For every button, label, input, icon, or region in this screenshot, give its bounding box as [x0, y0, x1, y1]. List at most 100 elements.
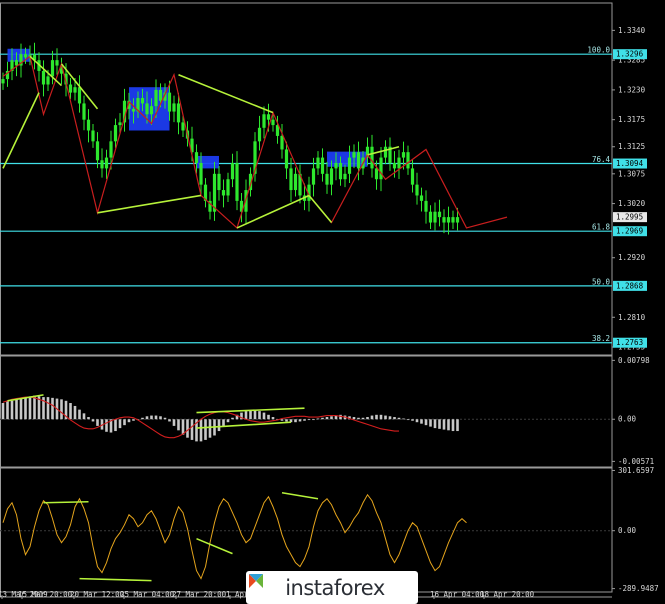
candle-body	[73, 87, 77, 93]
cci-tick-label: -289.9487	[618, 584, 659, 593]
cci-trendline	[43, 500, 89, 504]
candle-body	[392, 162, 397, 169]
candle-body	[235, 162, 239, 201]
macd-histogram-bar	[1, 403, 5, 420]
candle-body	[442, 217, 446, 223]
candle-body	[428, 211, 433, 223]
candle-body	[455, 217, 460, 223]
candle-body	[86, 119, 91, 131]
macd-histogram-bar	[298, 419, 302, 422]
candle-body	[91, 130, 95, 142]
candle-body	[320, 157, 325, 174]
macd-histogram-bar	[285, 419, 288, 422]
macd-tick-label: 0.00798	[618, 356, 650, 365]
fibo-level-value: 1.2868	[616, 281, 644, 290]
candle-body	[226, 179, 230, 196]
macd-histogram-bar	[145, 416, 149, 420]
candle-body	[266, 114, 271, 120]
macd-histogram-bar	[388, 416, 392, 420]
macd-histogram-bar	[19, 397, 23, 420]
macd-histogram-bar	[132, 419, 135, 421]
candle-body	[158, 89, 163, 101]
cci-line	[2, 493, 467, 580]
macd-histogram-bar	[303, 419, 306, 421]
candle-body	[68, 84, 73, 93]
candle-body	[379, 157, 383, 180]
fibo-level-value: 1.2763	[616, 338, 643, 347]
candle-body	[433, 211, 437, 223]
candle-body	[356, 152, 361, 169]
macd-histogram-bar	[6, 401, 9, 420]
macd-histogram-bar	[258, 411, 261, 420]
time-axis-label: 20 Mar 12:00	[70, 590, 125, 599]
macd-histogram-bar	[118, 419, 122, 429]
candle-body	[172, 103, 176, 112]
macd-histogram-bar	[150, 415, 153, 420]
price-trendline	[97, 194, 202, 214]
macd-histogram-bar	[46, 397, 50, 420]
candle-body	[419, 195, 424, 201]
candle-body	[41, 70, 46, 85]
candle-body	[424, 200, 428, 212]
macd-histogram-bar	[163, 417, 167, 420]
macd-histogram-bar	[339, 414, 342, 420]
macd-histogram-bar	[177, 419, 180, 431]
candle-body	[334, 162, 338, 169]
candle-body	[338, 162, 343, 180]
macd-histogram-bar	[415, 419, 419, 423]
macd-histogram-bar	[154, 415, 158, 420]
macd-histogram-bar	[217, 419, 221, 432]
macd-histogram-bar	[375, 414, 378, 420]
macd-histogram-bar	[96, 419, 99, 426]
candle-body	[316, 157, 320, 169]
macd-histogram-bar	[411, 419, 414, 421]
candle-body	[199, 162, 203, 185]
candle-body	[410, 168, 415, 185]
fibo-level-label: 61.8	[592, 223, 611, 232]
macd-histogram-bar	[280, 419, 284, 421]
candle-body	[194, 152, 199, 163]
instaforex-watermark: instaforex	[246, 571, 418, 604]
candle-body	[109, 141, 113, 158]
macd-histogram-bar	[33, 395, 36, 420]
macd-histogram-bar	[330, 416, 333, 420]
instaforex-logo-text: instaforex	[285, 575, 385, 600]
macd-histogram-bar	[366, 417, 369, 420]
fibo-level-label: 50.0	[592, 277, 611, 286]
candle-body	[1, 79, 5, 84]
macd-histogram-bar	[82, 413, 86, 420]
chart-canvas[interactable]: 1.33401.32851.32301.31751.31251.30751.30…	[0, 0, 665, 604]
macd-histogram-bar	[186, 419, 189, 438]
time-axis-label: 15 Mar 20:00	[18, 590, 73, 599]
candle-body	[154, 89, 158, 107]
cci-trendline	[196, 537, 233, 555]
macd-histogram-bar	[244, 411, 248, 420]
candle-body	[14, 60, 19, 66]
macd-histogram-bar	[271, 417, 275, 420]
macd-histogram-bar	[199, 419, 203, 442]
candle-body	[145, 103, 149, 115]
candle-body	[50, 60, 55, 77]
macd-histogram-bar	[397, 417, 401, 420]
macd-histogram-bar	[447, 419, 450, 431]
macd-histogram-bar	[28, 396, 32, 420]
price-tick-label: 1.3020	[618, 199, 646, 208]
candle-body	[95, 141, 100, 161]
candle-body	[217, 173, 221, 191]
candle-body	[140, 98, 145, 104]
macd-panel-frame	[0, 354, 613, 469]
macd-histogram-bar	[429, 419, 432, 427]
macd-histogram-bar	[51, 397, 54, 420]
macd-histogram-bar	[424, 419, 428, 426]
macd-histogram-bar	[91, 419, 95, 422]
price-tick-label: 1.2920	[618, 253, 646, 262]
fibo-level-label: 38.2	[592, 334, 610, 343]
price-trendline	[2, 92, 40, 169]
macd-histogram-bar	[262, 412, 266, 420]
cci-tick-label: 301.6597	[618, 466, 654, 475]
time-axis-label: 25 Mar 04:00	[120, 590, 175, 599]
candle-body	[118, 122, 122, 126]
candle-body	[280, 135, 284, 150]
macd-histogram-bar	[141, 417, 144, 420]
candle-body	[230, 162, 235, 180]
